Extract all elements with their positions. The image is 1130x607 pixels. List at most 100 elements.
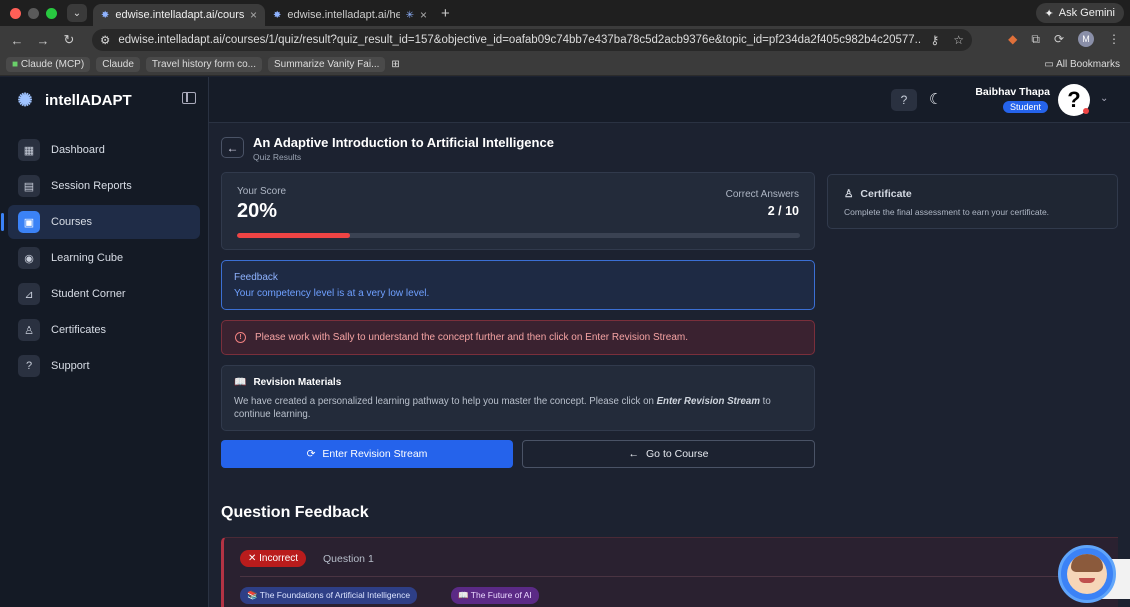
all-bookmarks-button[interactable]: ▭ All Bookmarks <box>1044 59 1120 70</box>
book-icon: ▣ <box>18 211 40 233</box>
tab-title: edwise.intelladapt.ai/courses/ <box>115 9 244 21</box>
minimize-window-button[interactable] <box>28 7 39 19</box>
checkbox-icon: ■ <box>12 59 21 70</box>
kebab-menu-icon[interactable]: ⋮ <box>1108 32 1120 46</box>
question-circle-icon: ? <box>900 93 908 107</box>
score-value: 20% <box>237 200 278 222</box>
new-tab-button[interactable]: + <box>441 5 450 22</box>
alert-circle-icon: ! <box>235 332 246 343</box>
browser-tab-active[interactable]: ✸ edwise.intelladapt.ai/courses/ × <box>93 4 265 26</box>
assistant-avatar-icon <box>1067 554 1107 594</box>
correct-answers-label: Correct Answers <box>725 189 799 200</box>
go-to-course-button[interactable]: ← Go to Course <box>522 440 815 468</box>
address-bar[interactable]: ⚙ edwise.intelladapt.ai/courses/1/quiz/r… <box>92 29 972 51</box>
loading-icon: ✳ <box>405 9 414 21</box>
all-bookmarks-label: All Bookmarks <box>1056 59 1120 70</box>
main-content: ← An Adaptive Introduction to Artificial… <box>209 124 1130 607</box>
arrow-left-icon: ← <box>628 448 640 460</box>
bookmark-item[interactable]: ■ Claude (MCP) <box>6 57 91 72</box>
tab-search-button[interactable]: ⌄ <box>67 4 87 22</box>
revision-text-emphasis: Enter Revision Stream <box>656 396 760 407</box>
brand-logo[interactable]: ✺ intellADAPT <box>14 89 132 111</box>
app-sidebar: ✺ intellADAPT ▦ Dashboard ▤ Session Repo… <box>0 77 209 607</box>
reload-icon[interactable]: ↻ <box>56 32 82 48</box>
sync-icon[interactable]: ⟳ <box>1054 32 1064 46</box>
score-card: Your Score 20% Correct Answers 2 / 10 <box>221 172 815 250</box>
sidebar-toggle-icon[interactable] <box>182 92 196 104</box>
question-number: Question 1 <box>323 553 374 565</box>
sidebar-item-dashboard[interactable]: ▦ Dashboard <box>8 133 200 167</box>
bookmark-item[interactable]: Claude <box>96 57 140 72</box>
award-icon: ♙ <box>844 188 854 200</box>
revision-text-part: We have created a personalized learning … <box>234 396 657 407</box>
alert-text: Please work with Sally to understand the… <box>255 332 689 343</box>
refresh-icon: ⟳ <box>306 448 316 460</box>
sidebar-item-support[interactable]: ? Support <box>8 349 200 383</box>
bookmark-star-icon[interactable]: ☆ <box>953 33 964 47</box>
grid-icon: ▦ <box>18 139 40 161</box>
question-feedback-heading: Question Feedback <box>221 504 369 521</box>
certificate-text: Complete the final assessment to earn yo… <box>844 207 1050 217</box>
close-tab-icon[interactable]: × <box>250 8 257 22</box>
topic-tag: 📚 The Foundations of Artificial Intellig… <box>240 587 418 604</box>
status-dot <box>1083 108 1089 114</box>
close-tab-icon[interactable]: × <box>420 8 427 22</box>
bookmark-item[interactable]: Travel history form co... <box>145 57 262 72</box>
help-button[interactable]: ? <box>891 89 917 111</box>
browser-tab[interactable]: ✸ edwise.intelladapt.ai/hea ✳ × <box>265 4 435 26</box>
site-favicon-icon: ✸ <box>101 9 110 21</box>
question-feedback-card[interactable]: ✕ Incorrect Question 1 📚 The Foundations… <box>221 537 1118 607</box>
sidebar-item-learning-cube[interactable]: ◉ Learning Cube <box>8 241 200 275</box>
button-label: Go to Course <box>646 448 709 460</box>
alert-banner: ! Please work with Sally to understand t… <box>221 320 815 355</box>
feedback-text: Your competency level is at a very low l… <box>234 288 430 299</box>
user-name: Baibhav Thapa <box>975 86 1050 98</box>
browser-tab-bar: ⌄ ✸ edwise.intelladapt.ai/courses/ × ✸ e… <box>0 0 1130 26</box>
bookmark-item[interactable]: Summarize Vanity Fai... <box>268 57 386 72</box>
back-button[interactable]: ← <box>221 137 244 158</box>
password-key-icon[interactable]: ⚷ <box>930 33 939 47</box>
tab-title: edwise.intelladapt.ai/hea <box>287 9 400 21</box>
window-controls <box>10 7 57 19</box>
enter-revision-stream-button[interactable]: ⟳ Enter Revision Stream <box>221 440 513 468</box>
maximize-window-button[interactable] <box>46 7 57 19</box>
page-subtitle: Quiz Results <box>253 152 302 162</box>
forward-arrow-icon[interactable]: → <box>30 33 56 48</box>
score-progress-fill <box>237 233 350 238</box>
bookmarks-bar: ■ Claude (MCP) Claude Travel history for… <box>0 54 1130 76</box>
sidebar-item-courses[interactable]: ▣ Courses <box>1 205 200 239</box>
puzzle-extensions-icon[interactable]: ⧉ <box>1031 32 1040 47</box>
close-window-button[interactable] <box>10 7 21 19</box>
ask-gemini-label: Ask Gemini <box>1058 7 1115 19</box>
chat-assistant-button[interactable] <box>1058 545 1116 603</box>
brain-logo-icon: ✺ <box>17 90 33 110</box>
chart-icon: ⊿ <box>18 283 40 305</box>
sidebar-item-student-corner[interactable]: ⊿ Student Corner <box>8 277 200 311</box>
score-label: Your Score <box>237 186 287 197</box>
user-role-badge: Student <box>1003 101 1049 113</box>
report-icon: ▤ <box>18 175 40 197</box>
ask-gemini-button[interactable]: ✦ Ask Gemini <box>1035 3 1124 23</box>
revision-text: We have created a personalized learning … <box>234 395 794 421</box>
apps-grid-icon[interactable]: ⊞ <box>391 59 399 70</box>
sidebar-item-label: Certificates <box>51 324 107 336</box>
score-progress-bar <box>237 233 800 238</box>
sidebar-item-certificates[interactable]: ♙ Certificates <box>8 313 200 347</box>
chevron-down-icon[interactable]: ⌄ <box>1100 93 1108 104</box>
extension-icon[interactable]: ◆ <box>1008 32 1017 46</box>
site-info-icon[interactable]: ⚙ <box>100 33 110 47</box>
browser-toolbar: ← → ↻ ⚙ edwise.intelladapt.ai/courses/1/… <box>0 26 1130 54</box>
open-book-icon: 📖 <box>234 377 247 388</box>
bookmark-label: Claude (MCP) <box>20 59 85 70</box>
sidebar-item-session-reports[interactable]: ▤ Session Reports <box>8 169 200 203</box>
dark-mode-toggle-icon[interactable]: ☾ <box>929 90 942 108</box>
profile-avatar[interactable]: M <box>1078 31 1094 47</box>
app-header: ? ☾ Baibhav Thapa Student ? ⌄ <box>209 77 1130 123</box>
button-label: Enter Revision Stream <box>322 448 428 460</box>
divider <box>240 576 1100 577</box>
brand-name: intellADAPT <box>45 91 132 109</box>
back-arrow-icon[interactable]: ← <box>4 33 30 48</box>
sidebar-item-label: Dashboard <box>51 144 105 156</box>
feedback-title: Feedback <box>234 272 278 283</box>
incorrect-badge: ✕ Incorrect <box>240 550 307 567</box>
